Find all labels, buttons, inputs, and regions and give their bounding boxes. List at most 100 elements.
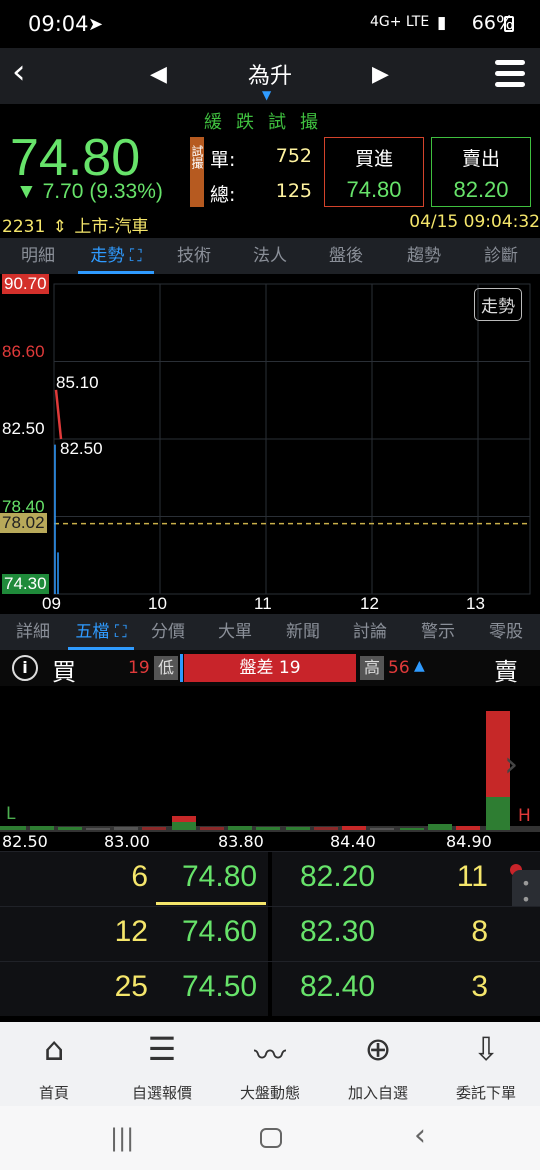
stock-code-line: 2231 ⇕ 上市-汽車 (2, 212, 148, 237)
high-value: 56 (388, 658, 410, 678)
trial-status: 緩跌試撮 (204, 112, 332, 133)
hist-bar (142, 827, 166, 830)
plus-circle-icon: ⊕ (364, 1030, 392, 1068)
bid-price: 74.80 (182, 860, 258, 893)
menu-icon[interactable] (495, 60, 525, 87)
ask-qty: 3 (471, 970, 488, 1003)
x-tick-label: 12 (360, 594, 379, 613)
price-change: ▼ 7.70 (9.33%) (16, 180, 163, 203)
hist-bar (0, 826, 26, 830)
total-label: 總: (210, 184, 236, 206)
hist-tick: 83.00 (104, 832, 150, 851)
sell-label: 賣出 (461, 148, 500, 170)
price-annotation: 82.50 (60, 439, 103, 458)
last-trade-underline (156, 902, 266, 905)
expand-icon: ⛶ (129, 246, 142, 266)
bid-qty: 25 (114, 970, 148, 1003)
low-value: 19 (128, 658, 150, 678)
chevron-right-icon[interactable]: › (504, 744, 518, 785)
sell-box[interactable]: 賣出 82.20 (431, 137, 531, 207)
status-time: 09:04 (28, 12, 89, 36)
stock-name[interactable]: 為升 (230, 58, 310, 90)
hist-tick: 84.40 (330, 832, 376, 851)
bottom-nav: ⌂ 首頁 ☰ 自選報價 〰 大盤動態 ⊕ 加入自選 ⇩ 委託下單 (0, 1022, 540, 1106)
sell-side-label: 賣 (494, 658, 518, 686)
hist-bar-high (486, 797, 510, 830)
tab-news[interactable]: 新聞 (270, 614, 336, 650)
order-row[interactable]: 6 74.80 82.20 11 ••• (0, 851, 540, 924)
orderbook-header: i 買 19 低 盤差 19 高 56 ▲ 賣 (0, 650, 540, 686)
status-bar: 09:04 ➤ 4G+ LTE ▮ 66% (0, 0, 540, 48)
tab-after-hours[interactable]: 盤後 (308, 238, 384, 274)
tab-large-orders[interactable]: 大單 (202, 614, 268, 650)
hist-tick: 82.50 (2, 832, 48, 851)
expand-icon: ⛶ (114, 622, 127, 642)
tab-alerts[interactable]: 警示 (405, 614, 471, 650)
ask-price: 82.20 (300, 860, 376, 893)
telegram-icon: ➤ (88, 14, 104, 35)
tab-diagnosis[interactable]: 診斷 (462, 238, 540, 274)
hist-tick: 83.80 (218, 832, 264, 851)
recents-icon[interactable]: ||| (110, 1124, 134, 1152)
histogram-svg (0, 711, 540, 832)
ask-qty: 8 (471, 915, 488, 948)
buy-label: 買進 (354, 148, 393, 170)
book-tab-bar: 詳細 五檔 ⛶ 分價 大單 新聞 討論 警示 零股 (0, 614, 540, 650)
stock-market: 上市-汽車 (74, 217, 149, 237)
single-label: 單: (210, 149, 236, 171)
nav-add-watch[interactable]: ⊕ 加入自選 (324, 1022, 432, 1106)
last-price: 74.80 (10, 129, 141, 187)
buy-box[interactable]: 買進 74.80 (324, 137, 424, 207)
high-marker: H (518, 806, 531, 826)
tab-five-levels[interactable]: 五檔 ⛶ (68, 614, 134, 650)
prev-stock-icon[interactable]: ◀ (150, 62, 167, 87)
hist-bar (58, 827, 82, 830)
info-icon[interactable]: i (12, 655, 38, 681)
nav-market[interactable]: 〰 大盤動態 (216, 1022, 324, 1106)
tab-trend[interactable]: 走勢 ⛶ (78, 238, 154, 274)
home-button-icon[interactable] (260, 1128, 282, 1148)
total-value: 125 (275, 180, 312, 202)
tab-odd-lot[interactable]: 零股 (472, 614, 540, 650)
hist-bar (400, 828, 424, 830)
trend-badge[interactable]: 走勢 (474, 288, 522, 321)
tab-institutional[interactable]: 法人 (232, 238, 308, 274)
x-tick-label: 13 (466, 594, 485, 613)
hist-bar (428, 824, 452, 830)
tab-discussion[interactable]: 討論 (337, 614, 403, 650)
next-stock-icon[interactable]: ▶ (372, 62, 389, 87)
back-chevron-icon[interactable]: ‹ (12, 52, 26, 92)
bid-qty: 12 (114, 915, 148, 948)
tab-detail[interactable]: 詳細 (0, 614, 66, 650)
tab-price-volume[interactable]: 分價 (135, 614, 201, 650)
hist-bar (228, 826, 252, 830)
y-tick-label: 90.70 (2, 274, 49, 294)
up-triangle-icon: ▲ (414, 658, 425, 674)
nav-order[interactable]: ⇩ 委託下單 (432, 1022, 540, 1106)
y-tick-label: 82.50 (2, 419, 45, 438)
home-icon: ⌂ (43, 1030, 65, 1068)
battery-icon (504, 16, 514, 32)
hist-bar (370, 828, 394, 830)
single-value: 752 (275, 145, 312, 167)
hist-bar (286, 827, 310, 830)
price-annotation: 85.10 (56, 372, 99, 392)
tab-details[interactable]: 明細 (0, 238, 76, 274)
order-row[interactable]: 12 74.60 82.30 8 (0, 906, 540, 962)
trend-chart[interactable]: 85.10 82.50 90.70 86.60 82.50 78.40 74.30 78.02… (0, 274, 540, 618)
dropdown-icon[interactable]: ▼ (262, 88, 271, 102)
hist-bar (172, 822, 196, 830)
bid-price: 74.50 (182, 970, 258, 1003)
nav-home[interactable]: ⌂ 首頁 (0, 1022, 108, 1106)
hist-bar (200, 827, 224, 830)
tab-tendency[interactable]: 趨勢 (386, 238, 462, 274)
hist-bar (86, 828, 110, 830)
tab-technical[interactable]: 技術 (156, 238, 232, 274)
buy-price: 74.80 (346, 177, 402, 202)
buy-side-label: 買 (52, 658, 76, 686)
back-button-icon[interactable]: ‹ (414, 1118, 426, 1153)
y-tick-label: 74.30 (2, 574, 49, 594)
nav-watchlist[interactable]: ☰ 自選報價 (108, 1022, 216, 1106)
high-label: 高 (360, 656, 384, 680)
order-row[interactable]: 25 74.50 82.40 3 (0, 961, 540, 1017)
